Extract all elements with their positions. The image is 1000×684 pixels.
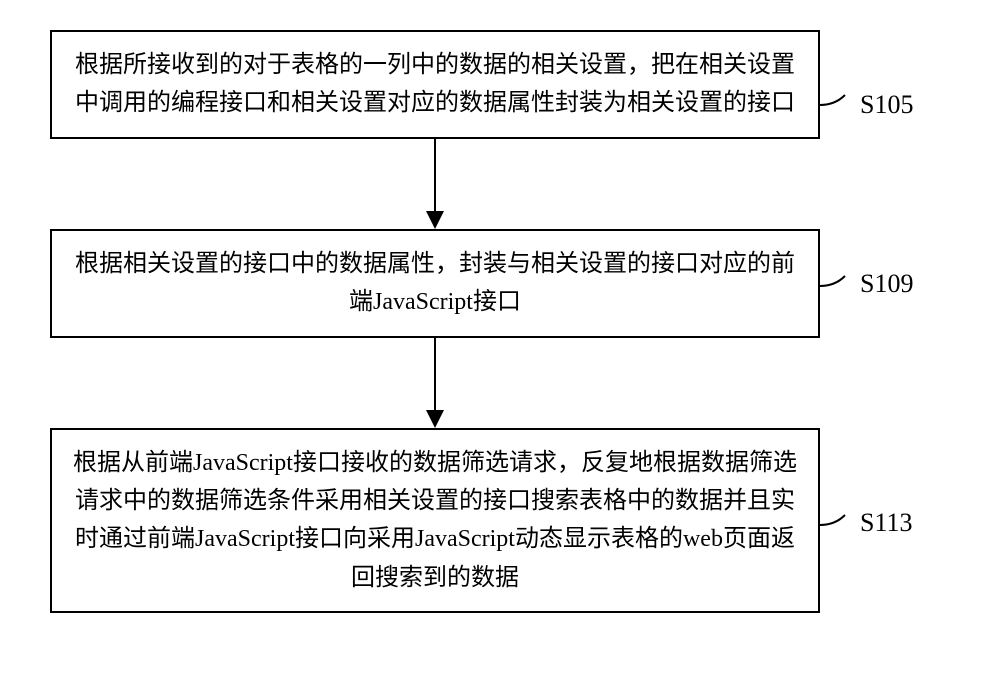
step-row-3: 根据从前端JavaScript接口接收的数据筛选请求，反复地根据数据筛选请求中的… bbox=[50, 428, 950, 614]
connector-2 bbox=[820, 271, 865, 301]
arrow-1 bbox=[50, 139, 820, 229]
step-text-3: 根据从前端JavaScript接口接收的数据筛选请求，反复地根据数据筛选请求中的… bbox=[73, 450, 797, 591]
step-row-2: 根据相关设置的接口中的数据属性，封装与相关设置的接口对应的前端JavaScrip… bbox=[50, 229, 950, 338]
step-box-1: 根据所接收到的对于表格的一列中的数据的相关设置，把在相关设置中调用的编程接口和相… bbox=[50, 30, 820, 139]
step-label-3: S113 bbox=[860, 508, 913, 538]
step-box-3: 根据从前端JavaScript接口接收的数据筛选请求，反复地根据数据筛选请求中的… bbox=[50, 428, 820, 614]
step-id-2: S109 bbox=[860, 269, 913, 298]
step-label-2: S109 bbox=[860, 269, 913, 299]
connector-1 bbox=[820, 90, 865, 120]
step-row-1: 根据所接收到的对于表格的一列中的数据的相关设置，把在相关设置中调用的编程接口和相… bbox=[50, 30, 950, 139]
connector-3 bbox=[820, 510, 865, 540]
step-text-2: 根据相关设置的接口中的数据属性，封装与相关设置的接口对应的前端JavaScrip… bbox=[75, 251, 795, 315]
arrow-down-icon bbox=[420, 139, 450, 229]
step-id-3: S113 bbox=[860, 508, 913, 537]
step-id-1: S105 bbox=[860, 90, 913, 119]
flowchart-container: 根据所接收到的对于表格的一列中的数据的相关设置，把在相关设置中调用的编程接口和相… bbox=[50, 30, 950, 613]
step-box-2: 根据相关设置的接口中的数据属性，封装与相关设置的接口对应的前端JavaScrip… bbox=[50, 229, 820, 338]
arrow-2 bbox=[50, 338, 820, 428]
arrow-down-icon bbox=[420, 338, 450, 428]
step-text-1: 根据所接收到的对于表格的一列中的数据的相关设置，把在相关设置中调用的编程接口和相… bbox=[75, 52, 795, 116]
step-label-1: S105 bbox=[860, 90, 913, 120]
